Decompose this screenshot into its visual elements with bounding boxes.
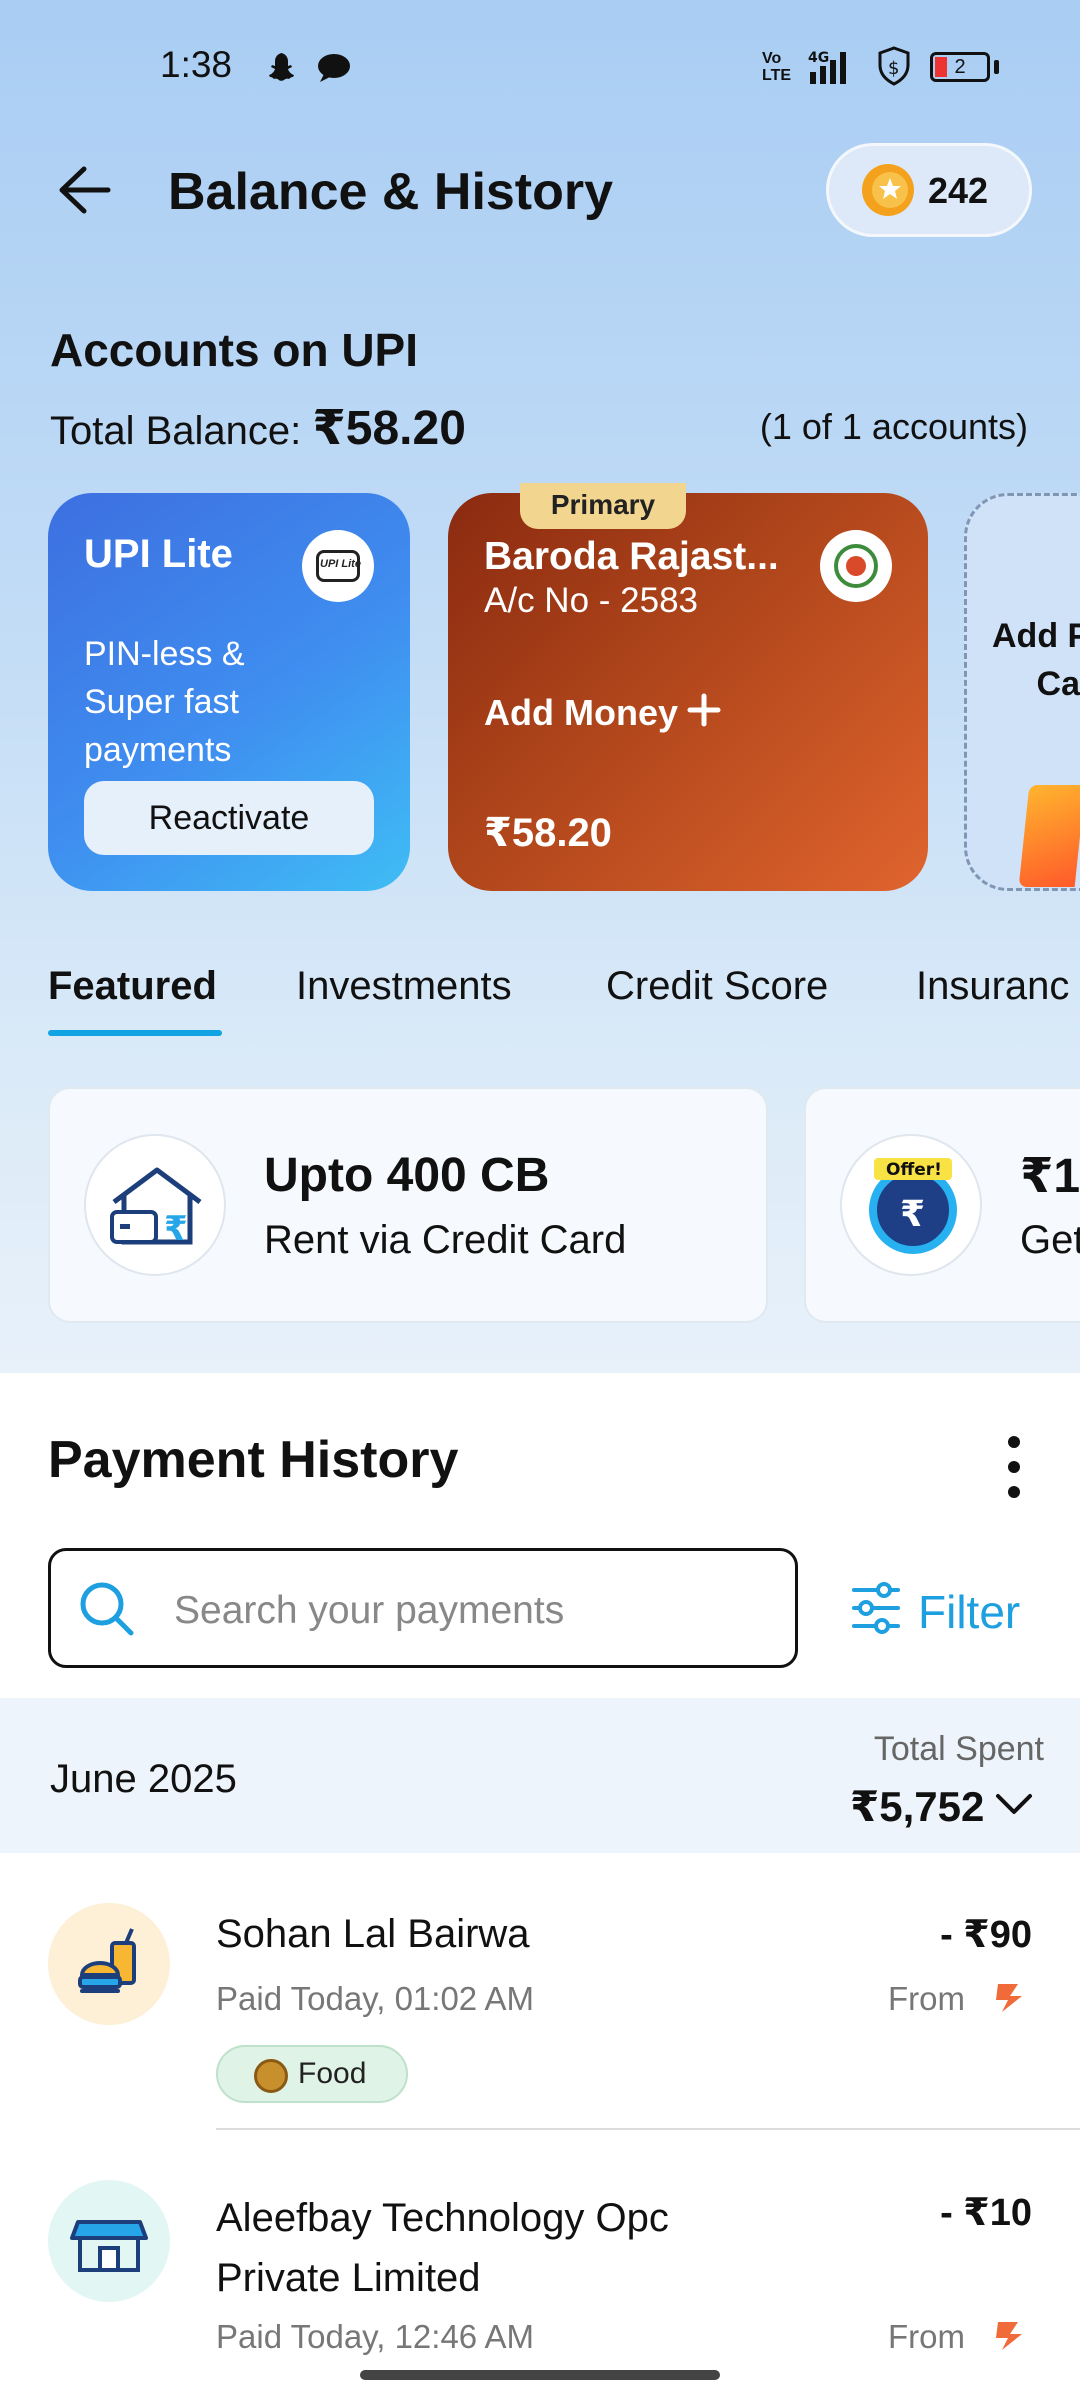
page-title: Balance & History <box>168 163 614 221</box>
bank-name: Baroda Rajast... <box>484 535 779 578</box>
svg-text:₹: ₹ <box>900 1194 925 1235</box>
bank-balance: ₹58.20 <box>484 811 612 855</box>
signal-icon: 4G <box>808 50 846 84</box>
upi-lite-description: PIN-less & Super fast payments <box>84 635 245 769</box>
offer-rupee-icon: ₹ Offer! <box>840 1134 982 1276</box>
tab-investments[interactable]: Investments <box>296 964 512 1009</box>
filter-button[interactable]: Filter <box>918 1585 1020 1639</box>
featured-rent-title: Upto 400 CB <box>264 1149 550 1202</box>
chevron-down-icon[interactable] <box>994 1790 1034 1818</box>
featured-offer-subtitle: Get <box>1020 1218 1080 1262</box>
tab-credit-score[interactable]: Credit Score <box>606 964 828 1009</box>
status-time: 1:38 <box>160 44 233 85</box>
total-balance: Total Balance: ₹58.20 <box>50 402 466 455</box>
food-tag-icon <box>254 2059 288 2093</box>
battery-icon: 2 <box>930 52 990 82</box>
transaction-from-label: From <box>888 2318 965 2355</box>
transaction-from-label: From <box>888 1980 965 2017</box>
rent-house-icon: ₹ <box>84 1134 226 1276</box>
battery-tip <box>994 60 999 74</box>
coin-icon <box>862 164 914 216</box>
transaction-name: Sohan Lal Bairwa <box>216 1912 530 1956</box>
snapchat-icon <box>269 53 294 81</box>
bank-source-icon <box>996 1984 1022 2012</box>
month-label: June 2025 <box>50 1757 237 1801</box>
payment-history-title: Payment History <box>48 1431 459 1489</box>
transaction-amount: - ₹90 <box>940 1914 1032 1956</box>
back-arrow-icon[interactable] <box>50 155 120 225</box>
tab-insurance[interactable]: Insuranc <box>916 964 1069 1009</box>
list-divider <box>216 2128 1080 2130</box>
volte-icon: Vo LTE <box>762 50 792 84</box>
svg-text:Offer!: Offer! <box>886 1160 942 1180</box>
bank-logo-icon <box>820 530 892 602</box>
featured-offer-title: ₹1 <box>1020 1150 1080 1203</box>
tab-featured[interactable]: Featured <box>48 964 217 1009</box>
transaction-amount: - ₹10 <box>940 2192 1032 2234</box>
transaction-time: Paid Today, 01:02 AM <box>216 1980 534 2017</box>
primary-badge: Primary <box>520 483 686 529</box>
upi-lite-title: UPI Lite <box>84 532 233 576</box>
svg-text:4G: 4G <box>808 50 829 66</box>
svg-text:$: $ <box>888 58 899 79</box>
total-balance-value: ₹58.20 <box>312 402 466 455</box>
transaction-name: Aleefbay Technology Opc Private Limited <box>216 2196 669 2300</box>
store-category-icon <box>48 2180 170 2302</box>
transaction-time: Paid Today, 12:46 AM <box>216 2318 534 2355</box>
reactivate-button[interactable]: Reactivate <box>84 781 374 855</box>
shield-icon: $ <box>878 46 910 86</box>
add-money-button[interactable]: Add Money <box>484 692 678 734</box>
upi-lite-logo-icon: UPI Lite <box>302 530 374 602</box>
accounts-count: (1 of 1 accounts) <box>759 406 1028 447</box>
bank-account-number: A/c No - 2583 <box>484 581 698 620</box>
featured-rent-subtitle: Rent via Credit Card <box>264 1218 627 1262</box>
bank-source-icon <box>996 2322 1022 2350</box>
plus-icon <box>687 693 721 727</box>
add-account-label: Add P Ca <box>992 617 1080 703</box>
home-indicator[interactable] <box>360 2370 720 2380</box>
category-label: Food <box>298 2057 367 2090</box>
search-placeholder: Search your payments <box>174 1589 565 1632</box>
active-tab-indicator <box>48 1030 222 1036</box>
coins-count: 242 <box>928 170 989 211</box>
accounts-title: Accounts on UPI <box>50 324 419 376</box>
total-spent-label: Total Spent <box>873 1730 1044 1768</box>
svg-text:₹: ₹ <box>164 1209 188 1249</box>
filter-icon[interactable] <box>850 1580 902 1636</box>
message-icon <box>318 54 350 82</box>
total-spent-value[interactable]: ₹5,752 <box>850 1782 984 1831</box>
search-icon <box>80 1582 134 1636</box>
add-card-illustration <box>1018 785 1080 887</box>
more-options-icon[interactable] <box>994 1432 1034 1502</box>
food-category-icon <box>48 1903 170 2025</box>
